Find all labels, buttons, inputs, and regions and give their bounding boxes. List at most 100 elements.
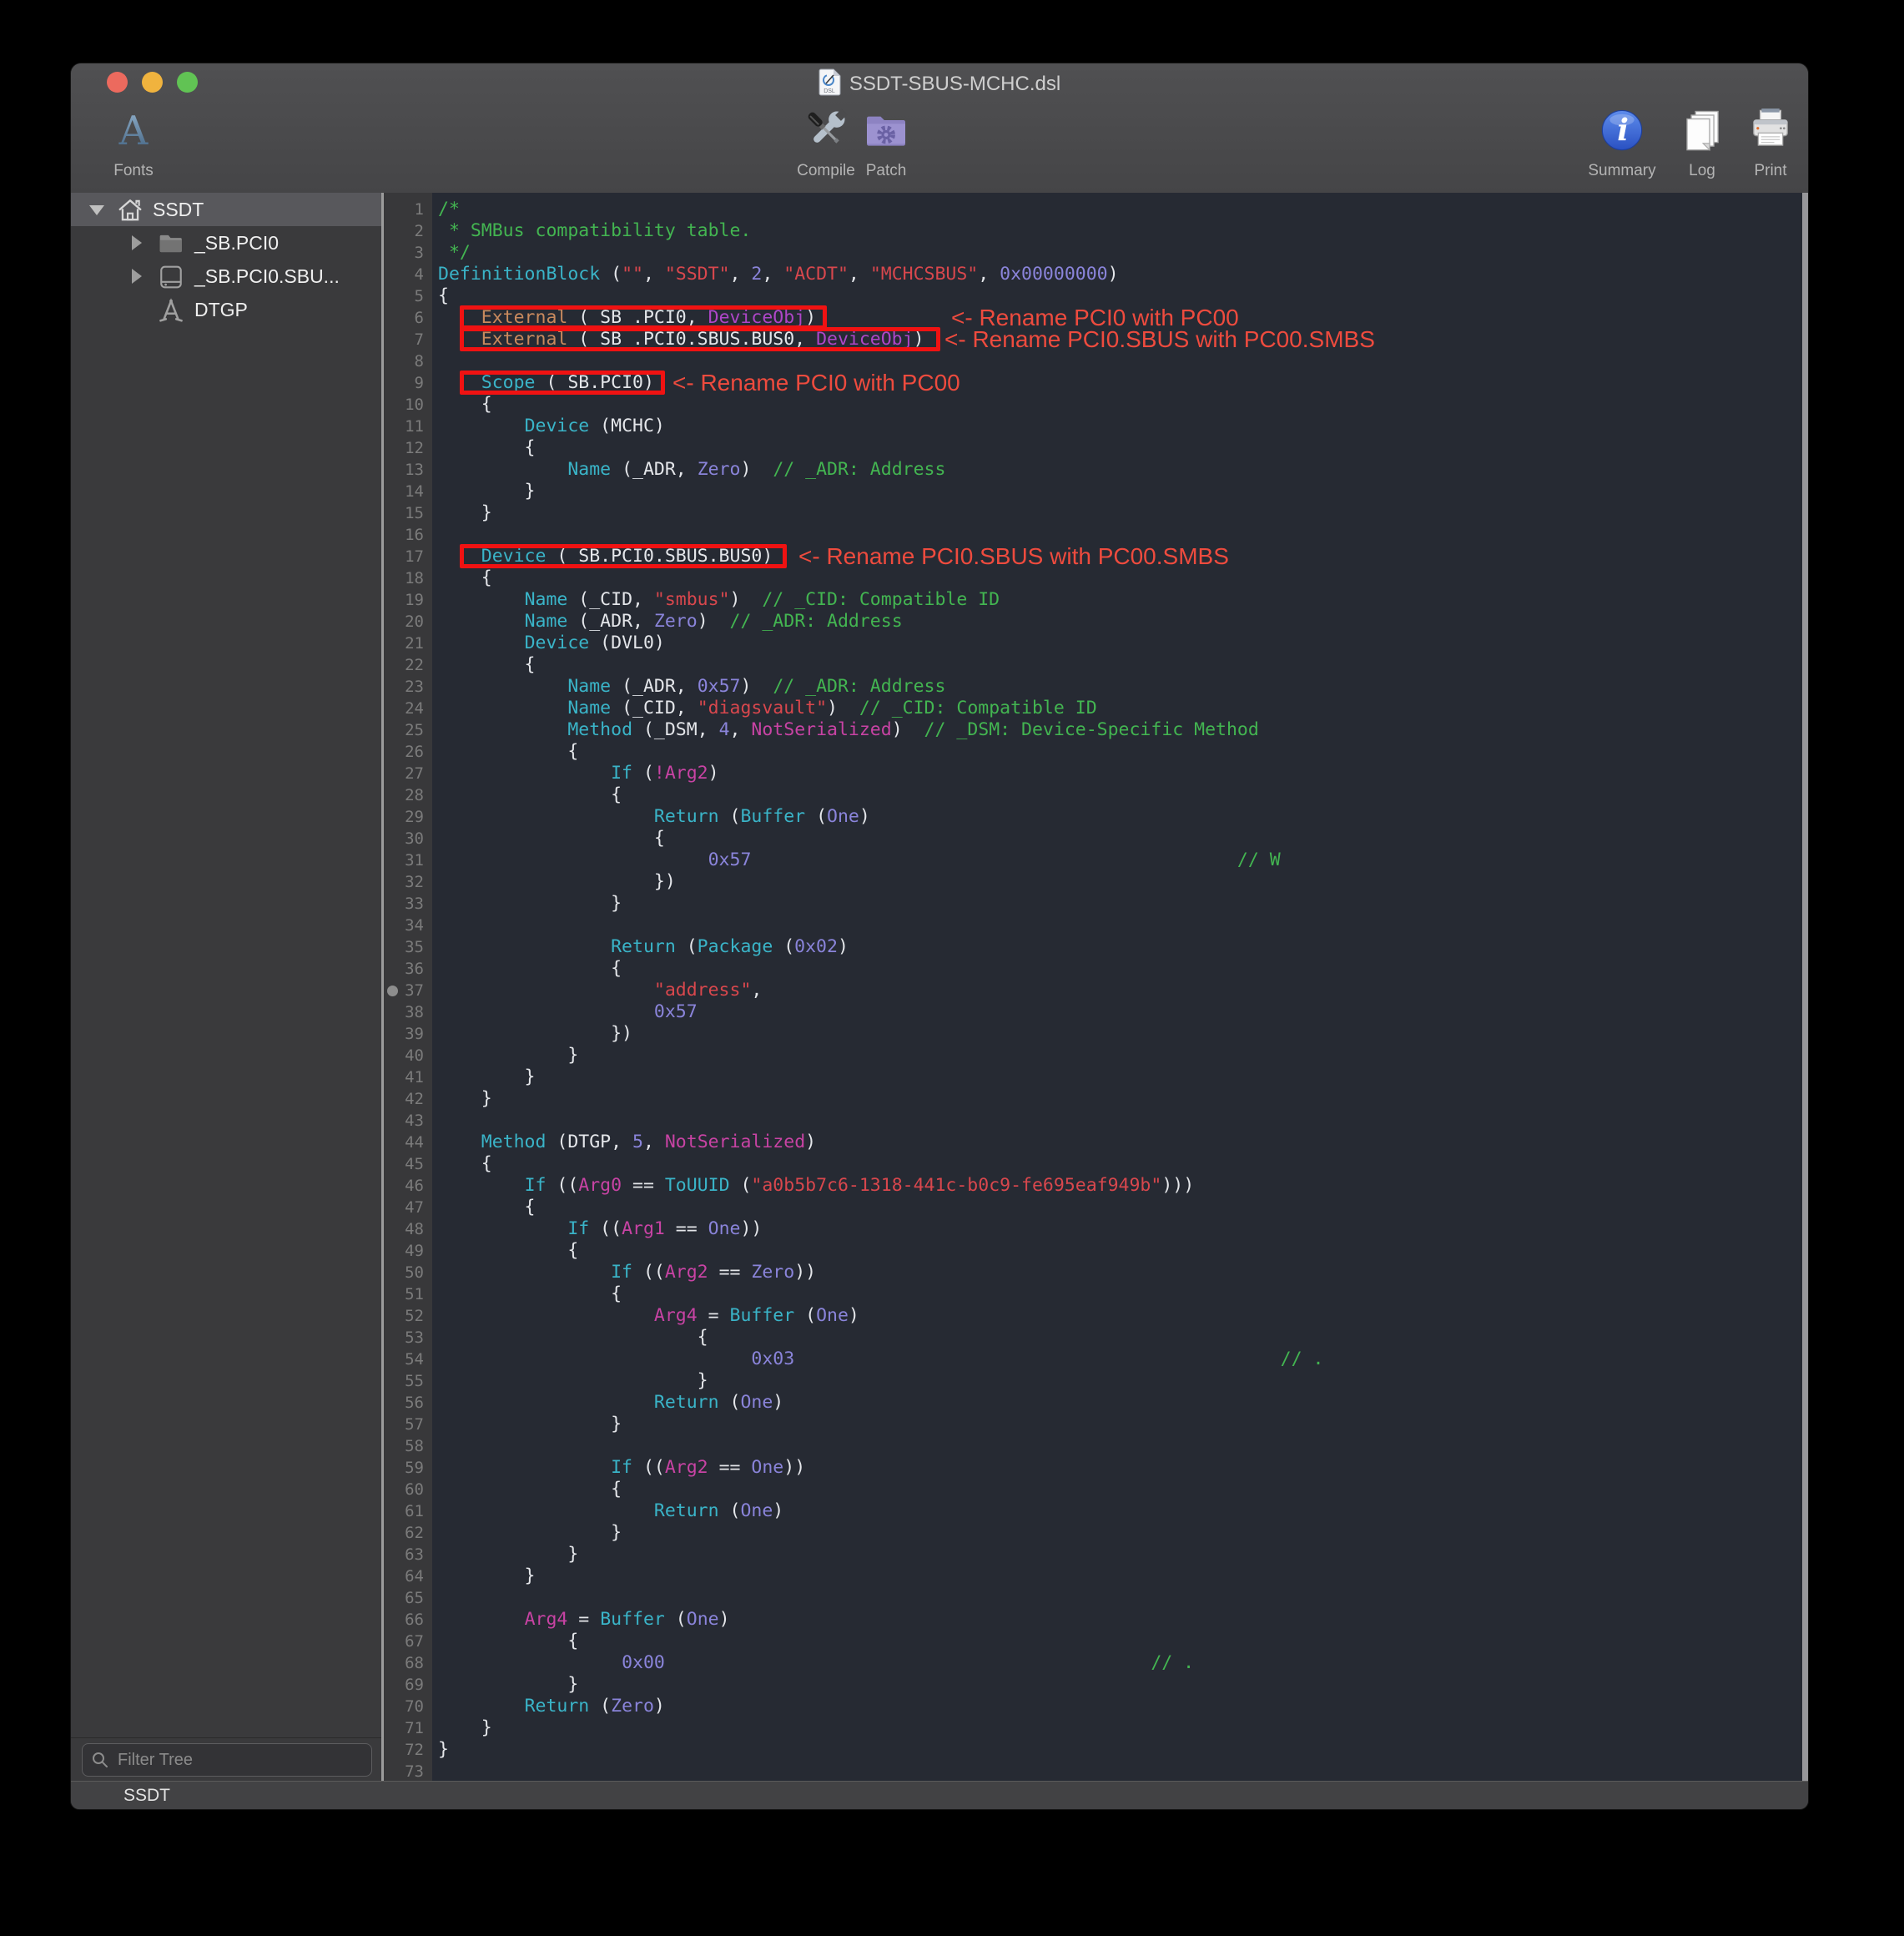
line-number: 33 [384,893,432,915]
code-line: Scope (_SB.PCI0) [438,372,1802,394]
line-number: 24 [384,698,432,719]
line-number: 10 [384,394,432,416]
device-drive-icon [158,264,184,295]
code-line: { [438,1197,1802,1218]
code-line: Return (Buffer (One) [438,806,1802,828]
code-line: * SMBus compatibility table. [438,220,1802,242]
sidebar-item-sb-pci0-sbus[interactable]: _SB.PCI0.SBU... [71,260,381,293]
line-number: 36 [384,958,432,980]
code-line: If ((Arg1 == One)) [438,1218,1802,1240]
code-line: } [438,1522,1802,1544]
line-number: 68 [384,1652,432,1674]
line-number: 56 [384,1392,432,1414]
line-number: 16 [384,524,432,546]
method-compass-icon [158,297,184,328]
code-line: { [438,394,1802,416]
code-area[interactable]: /* * SMBus compatibility table. */Defini… [432,193,1802,1781]
code-line: External (_SB_.PCI0.SBUS.BUS0, DeviceObj… [438,329,1802,350]
line-number: 57 [384,1414,432,1435]
code-line: } [438,1544,1802,1565]
line-number: 42 [384,1088,432,1110]
summary-toolbar-button[interactable]: i Summary [1576,100,1668,189]
disclosure-triangle-icon[interactable] [89,205,104,215]
code-line: } [438,1717,1802,1739]
code-line: Name (_ADR, Zero) // _ADR: Address [438,611,1802,633]
sidebar-item-dtgp[interactable]: DTGP [71,293,381,326]
line-number: 21 [384,633,432,654]
line-number: 32 [384,871,432,893]
tree-item-label: SSDT [153,193,204,226]
filter-tree-input[interactable] [116,1750,345,1771]
summary-label: Summary [1588,162,1655,180]
status-scope-label: SSDT [123,1782,170,1809]
line-number: 25 [384,719,432,741]
line-number: 48 [384,1218,432,1240]
code-line: Method (_DSM, 4, NotSerialized) // _DSM:… [438,719,1802,741]
code-line: } [438,502,1802,524]
line-number: 9 [384,372,432,394]
window-title-group: DSL SSDT-SBUS-MCHC.dsl [71,70,1808,98]
line-number: 2 [384,220,432,242]
code-line [438,915,1802,936]
code-line: } [438,1414,1802,1435]
code-line: { [438,1479,1802,1500]
code-line [438,1435,1802,1457]
log-label: Log [1689,162,1715,180]
line-number: 38 [384,1001,432,1023]
line-number: 44 [384,1132,432,1153]
line-number: 52 [384,1305,432,1327]
line-number: 54 [384,1349,432,1370]
print-label: Print [1754,162,1786,180]
code-line: } [438,481,1802,502]
line-number: 22 [384,654,432,676]
window-title: SSDT-SBUS-MCHC.dsl [849,73,1060,96]
folder-icon [158,230,184,261]
scrollbar-track[interactable] [1802,193,1808,1781]
line-number: 53 [384,1327,432,1349]
code-line: Return (Package (0x02) [438,936,1802,958]
code-line: Return (Zero) [438,1696,1802,1717]
line-number: 30 [384,828,432,850]
line-number: 47 [384,1197,432,1218]
code-line: } [438,1045,1802,1066]
sidebar-divider [71,1737,381,1738]
patch-folder-gear-icon [864,100,909,160]
code-line [438,1587,1802,1609]
code-line: { [438,1631,1802,1652]
code-line: 0x57 [438,1001,1802,1023]
line-number: 27 [384,763,432,784]
line-number: 35 [384,936,432,958]
tree-item-label: _SB.PCI0 [194,226,279,260]
print-toolbar-button[interactable]: Print [1725,100,1808,189]
code-line: Device (_SB.PCI0.SBUS.BUS0) [438,546,1802,567]
info-circle-icon: i [1599,100,1645,160]
line-number: 20 [384,611,432,633]
line-number: 64 [384,1565,432,1587]
sidebar-item-sb-pci0[interactable]: _SB.PCI0 [71,226,381,260]
disclosure-triangle-icon[interactable] [132,235,142,250]
line-number: 45 [384,1153,432,1175]
code-line: } [438,893,1802,915]
code-line [438,350,1802,372]
code-line: If ((Arg2 == One)) [438,1457,1802,1479]
fonts-icon: A [115,100,152,160]
code-line: { [438,437,1802,459]
line-number: 62 [384,1522,432,1544]
line-number: 63 [384,1544,432,1565]
code-line: { [438,1327,1802,1349]
patch-toolbar-button[interactable]: Patch [840,100,932,189]
filter-tree-field[interactable] [82,1743,372,1777]
code-line: If ((Arg2 == Zero)) [438,1262,1802,1283]
line-number: 58 [384,1435,432,1457]
disclosure-triangle-icon[interactable] [132,269,142,284]
line-number: 13 [384,459,432,481]
status-bar: SSDT [71,1781,1808,1809]
code-line: { [438,654,1802,676]
sidebar-item-ssdt[interactable]: SSDT [71,193,381,226]
line-number: 71 [384,1717,432,1739]
document-proxy-icon[interactable]: DSL [819,68,841,100]
line-number: 73 [384,1761,432,1781]
line-number: 3 [384,242,432,264]
fonts-toolbar-button[interactable]: A Fonts [88,100,179,189]
line-number: 5 [384,285,432,307]
